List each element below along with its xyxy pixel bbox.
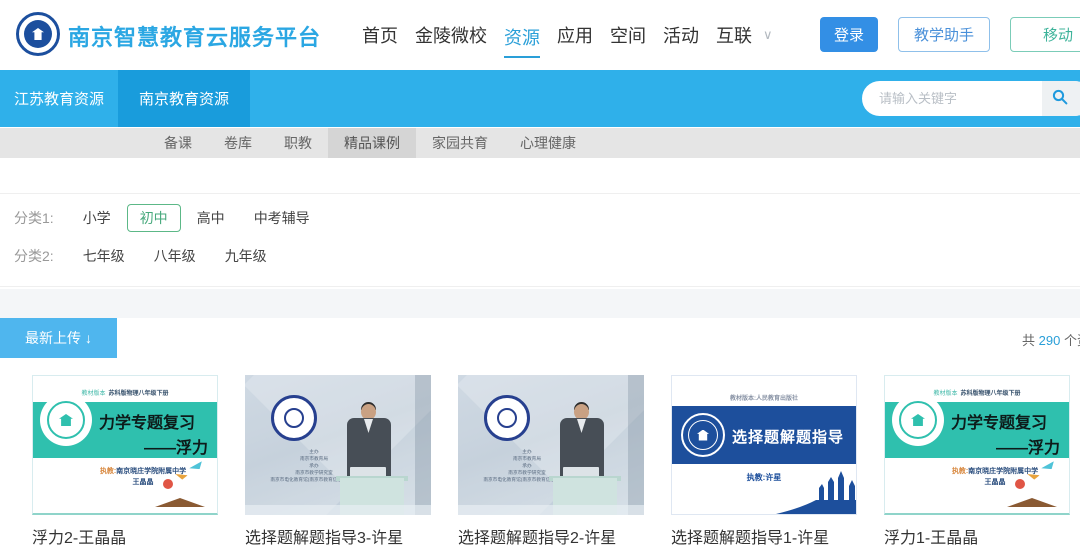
card-title[interactable]: 选择题解题指导1-许星: [671, 524, 857, 548]
menu-item-vocational[interactable]: 职教: [268, 128, 328, 158]
filter-row-2: 分类2: 七年级 八年级 九年级: [14, 246, 267, 266]
menu-item-mental-health[interactable]: 心理健康: [504, 128, 592, 158]
filter-exam-coaching[interactable]: 中考辅导: [254, 208, 310, 228]
header-buttons: 登录 教学助手 移动: [820, 17, 1080, 52]
thumb-title: 选择题解题指导: [732, 426, 844, 447]
card-title[interactable]: 浮力1-王晶晶: [884, 524, 1070, 548]
resource-card[interactable]: 教材版本苏科版物理八年级下册 力学专题复习 ——浮力 执教:南京晓庄学院附属中学…: [32, 375, 218, 548]
thumb-edition-label: 教材版本: [81, 391, 105, 397]
nav-item-jinling-school[interactable]: 金陵微校: [415, 18, 487, 52]
card-title[interactable]: 选择题解题指导3-许星: [245, 524, 431, 548]
page-title: 南京智慧教育云服务平台: [68, 20, 321, 52]
filter-grade-7[interactable]: 七年级: [83, 246, 125, 266]
filter-junior-high[interactable]: 初中: [127, 204, 181, 232]
resource-tab-bar: 江苏教育资源 南京教育资源: [0, 70, 1080, 127]
slide-illustration: [1005, 461, 1061, 507]
search-button[interactable]: [1042, 81, 1080, 116]
menu-item-lesson-prep[interactable]: 备课: [148, 128, 208, 158]
teaching-assistant-button[interactable]: 教学助手: [898, 17, 990, 52]
filter-row2-label: 分类2:: [14, 246, 54, 266]
video-thumbnail[interactable]: 教材版本:人民教育出版社 选择题解题指导 执教:许星: [671, 375, 857, 515]
filter-section: 分类1: 小学 初中 高中 中考辅导 分类2: 七年级 八年级 九年级: [0, 193, 1080, 287]
search-icon: [1052, 89, 1068, 108]
thumb-book-name: 苏科版物理八年级下册: [109, 391, 169, 397]
filter-row-1: 分类1: 小学 初中 高中 中考辅导: [14, 208, 310, 228]
nav-item-apps[interactable]: 应用: [557, 18, 593, 52]
total-suffix: 个资源: [1064, 333, 1080, 348]
thumb-title-line2: ——浮力: [144, 434, 208, 458]
thumb-title-line1: 力学专题复习: [951, 409, 1047, 433]
school-emblem-icon: [484, 395, 530, 441]
thumb-edition-text: 教材版本:人民教育出版社: [672, 393, 856, 402]
login-button[interactable]: 登录: [820, 17, 878, 52]
card-title[interactable]: 选择题解题指导2-许星: [458, 524, 644, 548]
filter-senior-high[interactable]: 高中: [197, 208, 225, 228]
page: 南京智慧教育云服务平台 首页 金陵微校 资源 应用 空间 活动 互联 ∨ 登录 …: [0, 0, 1080, 554]
video-thumbnail[interactable]: 主办南京市教育局承办南京市教学研究室南京市电化教育馆(南京市教育信息化中心): [458, 375, 644, 515]
thumb-book-name: 苏科版物理八年级下册: [961, 391, 1021, 397]
video-thumbnail[interactable]: 教材版本苏科版物理八年级下册 力学专题复习 ——浮力 执教:南京晓庄学院附属中学…: [884, 375, 1070, 515]
thumb-title-line1: 力学专题复习: [99, 409, 195, 433]
filter-grade-9[interactable]: 九年级: [225, 246, 267, 266]
tab-nanjing-resources[interactable]: 南京教育资源: [118, 70, 250, 127]
teacher-prefix: 执教:: [100, 468, 116, 475]
menu-item-paper-bank[interactable]: 卷库: [208, 128, 268, 158]
school-emblem-icon: [892, 394, 944, 446]
teacher-prefix: 执教:: [952, 468, 968, 475]
total-prefix: 共: [1022, 333, 1035, 348]
logo-emblem-icon: [16, 12, 60, 56]
school-emblem-icon: [40, 394, 92, 446]
total-count: 共 290 个资源: [1022, 330, 1080, 349]
sort-label: 最新上传: [25, 330, 81, 346]
resource-card[interactable]: 主办南京市教育局承办南京市教学研究室南京市电化教育馆(南京市教育信息化中心) 选…: [458, 375, 644, 548]
menu-item-featured-lessons[interactable]: 精品课例: [328, 128, 416, 158]
nav-item-resources[interactable]: 资源: [504, 20, 540, 58]
filter-row1-label: 分类1:: [14, 208, 54, 228]
arrow-down-icon: ↓: [85, 330, 92, 346]
sort-latest-button[interactable]: 最新上传 ↓: [0, 318, 117, 358]
header: 南京智慧教育云服务平台 首页 金陵微校 资源 应用 空间 活动 互联 ∨ 登录 …: [0, 0, 1080, 70]
menu-item-home-school[interactable]: 家园共育: [416, 128, 504, 158]
filter-grade-8[interactable]: 八年级: [154, 246, 196, 266]
nav-item-home[interactable]: 首页: [362, 18, 398, 52]
slide-illustration: [756, 466, 856, 514]
school-emblem-icon: [271, 395, 317, 441]
mobile-button[interactable]: 移动: [1010, 17, 1080, 52]
resource-card[interactable]: 教材版本:人民教育出版社 选择题解题指导 执教:许星 选择题解题指导1-许星: [671, 375, 857, 548]
nav-item-activities[interactable]: 活动: [663, 18, 699, 52]
resource-card[interactable]: 教材版本苏科版物理八年级下册 力学专题复习 ——浮力 执教:南京晓庄学院附属中学…: [884, 375, 1070, 548]
section-divider-band: [0, 289, 1080, 318]
site-logo[interactable]: [16, 12, 60, 56]
tab-jiangsu-resources[interactable]: 江苏教育资源: [0, 70, 118, 127]
card-title[interactable]: 浮力2-王晶晶: [32, 524, 218, 548]
nav-item-interconnect[interactable]: 互联: [716, 18, 752, 52]
video-thumbnail[interactable]: 教材版本苏科版物理八年级下册 力学专题复习 ——浮力 执教:南京晓庄学院附属中学…: [32, 375, 218, 515]
search-box: [862, 81, 1080, 116]
chevron-down-icon[interactable]: ∨: [763, 27, 773, 43]
category-menu-bar: 备课 卷库 职教 精品课例 家园共育 心理健康: [0, 128, 1080, 158]
total-number: 290: [1039, 333, 1061, 348]
search-input[interactable]: [862, 81, 1042, 116]
slide-illustration: [153, 461, 209, 507]
thumb-edition-label: 教材版本: [933, 391, 957, 397]
resource-card[interactable]: 主办南京市教育局承办南京市教学研究室南京市电化教育馆(南京市教育信息化中心) 选…: [245, 375, 431, 548]
main-nav: 首页 金陵微校 资源 应用 空间 活动 互联 ∨: [362, 0, 773, 70]
video-thumbnail[interactable]: 主办南京市教育局承办南京市教学研究室南京市电化教育馆(南京市教育信息化中心): [245, 375, 431, 515]
nav-item-space[interactable]: 空间: [610, 18, 646, 52]
filter-primary-school[interactable]: 小学: [83, 208, 111, 228]
thumb-title-line2: ——浮力: [996, 434, 1060, 458]
school-emblem-icon: [681, 413, 725, 457]
